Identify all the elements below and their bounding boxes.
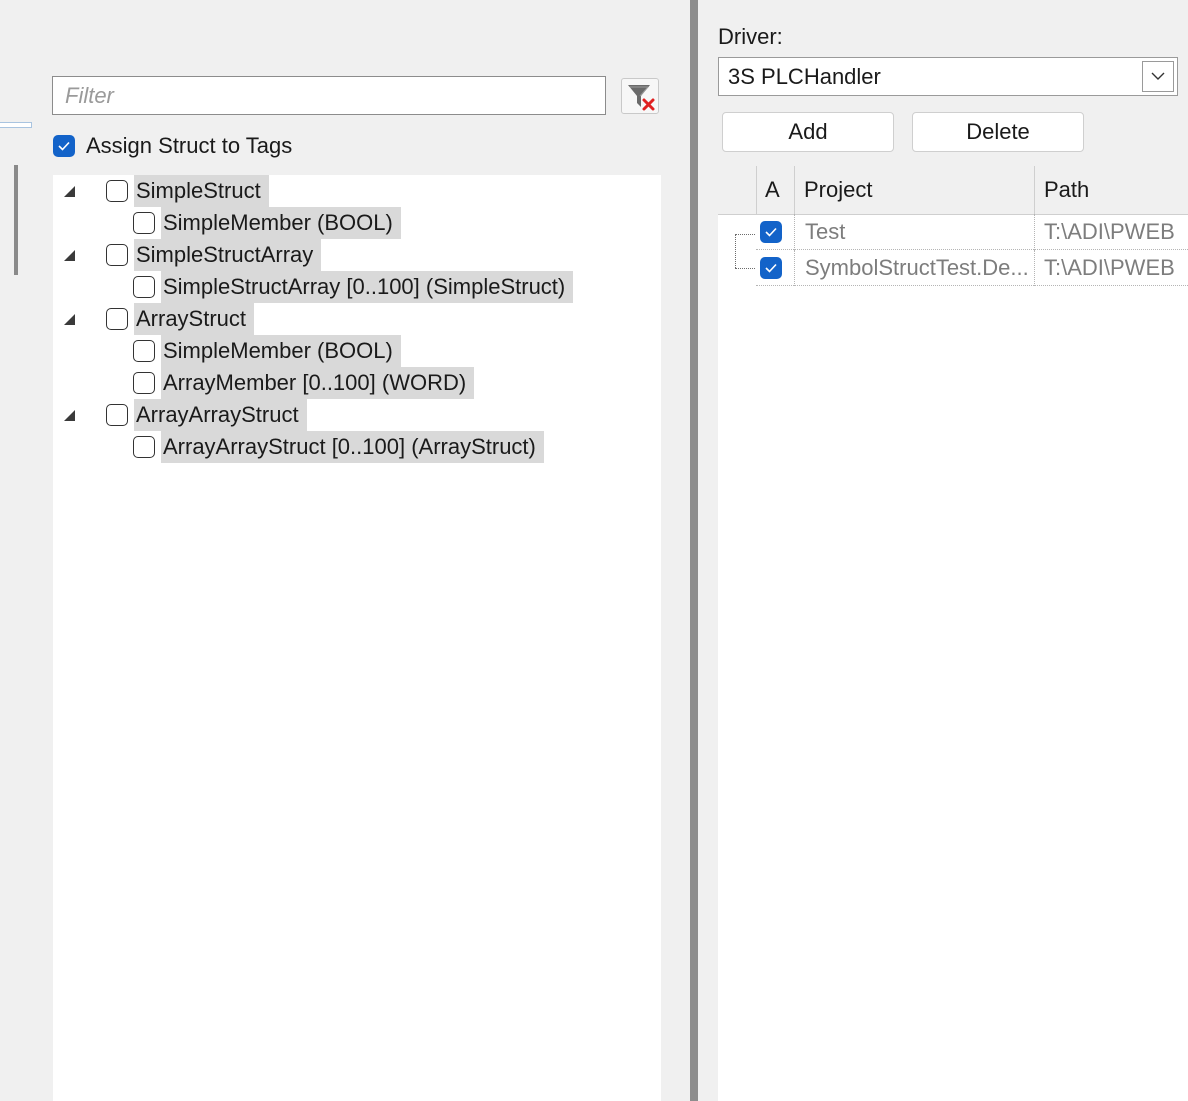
tree-node-checkbox[interactable] xyxy=(133,340,155,362)
assign-struct-option[interactable]: Assign Struct to Tags xyxy=(53,133,292,159)
tree-node[interactable]: ArrayArrayStruct [0..100] (ArrayStruct) xyxy=(133,431,544,463)
collapsed-panel-tab[interactable] xyxy=(0,122,32,128)
filter-clear-icon xyxy=(628,85,655,111)
check-icon xyxy=(765,227,777,237)
tree-node[interactable]: SimpleMember (BOOL) xyxy=(133,335,401,367)
grid-tree-line xyxy=(735,234,736,268)
expander-triangle-icon[interactable] xyxy=(63,249,76,262)
table-row[interactable]: SymbolStructTest.De... T:\ADI\PWEB xyxy=(756,250,1188,286)
tree-node[interactable]: SimpleStructArray [0..100] (SimpleStruct… xyxy=(133,271,574,303)
driver-select[interactable]: 3S PLCHandler xyxy=(718,57,1178,96)
tree-node-label[interactable]: ArrayMember [0..100] (WORD) xyxy=(161,367,475,399)
tree-node[interactable]: SimpleStruct xyxy=(53,175,269,207)
column-header-path[interactable]: Path xyxy=(1034,166,1188,214)
grid-header: A Project Path xyxy=(718,166,1188,215)
path-cell[interactable]: T:\ADI\PWEB xyxy=(1034,214,1188,250)
tree-node-checkbox[interactable] xyxy=(133,372,155,394)
tree-node-checkbox[interactable] xyxy=(133,436,155,458)
row-active-checkbox[interactable] xyxy=(760,257,782,279)
add-button[interactable]: Add xyxy=(722,112,894,152)
tree-node-checkbox[interactable] xyxy=(106,180,128,202)
tree-node-label[interactable]: ArrayArrayStruct xyxy=(134,399,307,431)
grid-tree-line xyxy=(735,268,755,269)
assign-struct-label: Assign Struct to Tags xyxy=(86,133,293,158)
driver-dropdown-button[interactable] xyxy=(1142,61,1174,92)
expander-triangle-icon[interactable] xyxy=(63,185,76,198)
tree-node-checkbox[interactable] xyxy=(133,276,155,298)
column-header-a[interactable]: A xyxy=(756,166,794,214)
tree-node[interactable]: ArrayMember [0..100] (WORD) xyxy=(133,367,475,399)
tree-node-label[interactable]: ArrayArrayStruct [0..100] (ArrayStruct) xyxy=(161,431,544,463)
tree-node-label[interactable]: SimpleStruct xyxy=(134,175,269,207)
struct-tree: SimpleStruct SimpleMember (BOOL) SimpleS… xyxy=(53,175,661,1101)
path-cell[interactable]: T:\ADI\PWEB xyxy=(1034,250,1188,286)
check-icon xyxy=(765,263,777,273)
table-row[interactable]: Test T:\ADI\PWEB xyxy=(756,214,1188,250)
tree-node[interactable]: ArrayArrayStruct xyxy=(53,399,307,431)
tree-node-label[interactable]: SimpleMember (BOOL) xyxy=(161,207,401,239)
tree-node-checkbox[interactable] xyxy=(106,404,128,426)
driver-selected-value: 3S PLCHandler xyxy=(728,63,881,89)
project-cell[interactable]: SymbolStructTest.De... xyxy=(794,250,1034,286)
delete-button[interactable]: Delete xyxy=(912,112,1084,152)
tree-node-label[interactable]: ArrayStruct xyxy=(134,303,255,335)
left-pane: Assign Struct to Tags SimpleStruct Simpl… xyxy=(0,0,690,1101)
right-pane: Driver: 3S PLCHandler Add Delete A Proje… xyxy=(698,0,1188,1101)
check-icon xyxy=(58,141,70,151)
project-cell[interactable]: Test xyxy=(794,214,1034,250)
tree-node[interactable]: ArrayStruct xyxy=(53,303,255,335)
row-active-checkbox[interactable] xyxy=(760,221,782,243)
tree-node[interactable]: SimpleMember (BOOL) xyxy=(133,207,401,239)
tree-node-label[interactable]: SimpleMember (BOOL) xyxy=(161,335,401,367)
filter-input[interactable] xyxy=(52,76,606,115)
tree-node-checkbox[interactable] xyxy=(106,308,128,330)
clear-filter-button[interactable] xyxy=(621,78,659,114)
column-header-project[interactable]: Project xyxy=(794,166,1034,214)
project-grid: A Project Path Test T:\ADI\PWEB SymbolSt… xyxy=(718,166,1188,1101)
driver-label: Driver: xyxy=(718,24,783,49)
tree-node-label[interactable]: SimpleStructArray [0..100] (SimpleStruct… xyxy=(161,271,574,303)
expander-triangle-icon[interactable] xyxy=(63,313,76,326)
tree-node[interactable]: SimpleStructArray xyxy=(53,239,322,271)
expander-triangle-icon[interactable] xyxy=(63,409,76,422)
scrollbar-thumb[interactable] xyxy=(14,165,18,275)
chevron-down-icon xyxy=(1151,72,1165,80)
assign-struct-checkbox[interactable] xyxy=(53,135,75,157)
tree-node-checkbox[interactable] xyxy=(106,244,128,266)
pane-splitter[interactable] xyxy=(690,0,698,1101)
tree-node-checkbox[interactable] xyxy=(133,212,155,234)
tree-node-label[interactable]: SimpleStructArray xyxy=(134,239,322,271)
grid-tree-line xyxy=(735,234,755,235)
